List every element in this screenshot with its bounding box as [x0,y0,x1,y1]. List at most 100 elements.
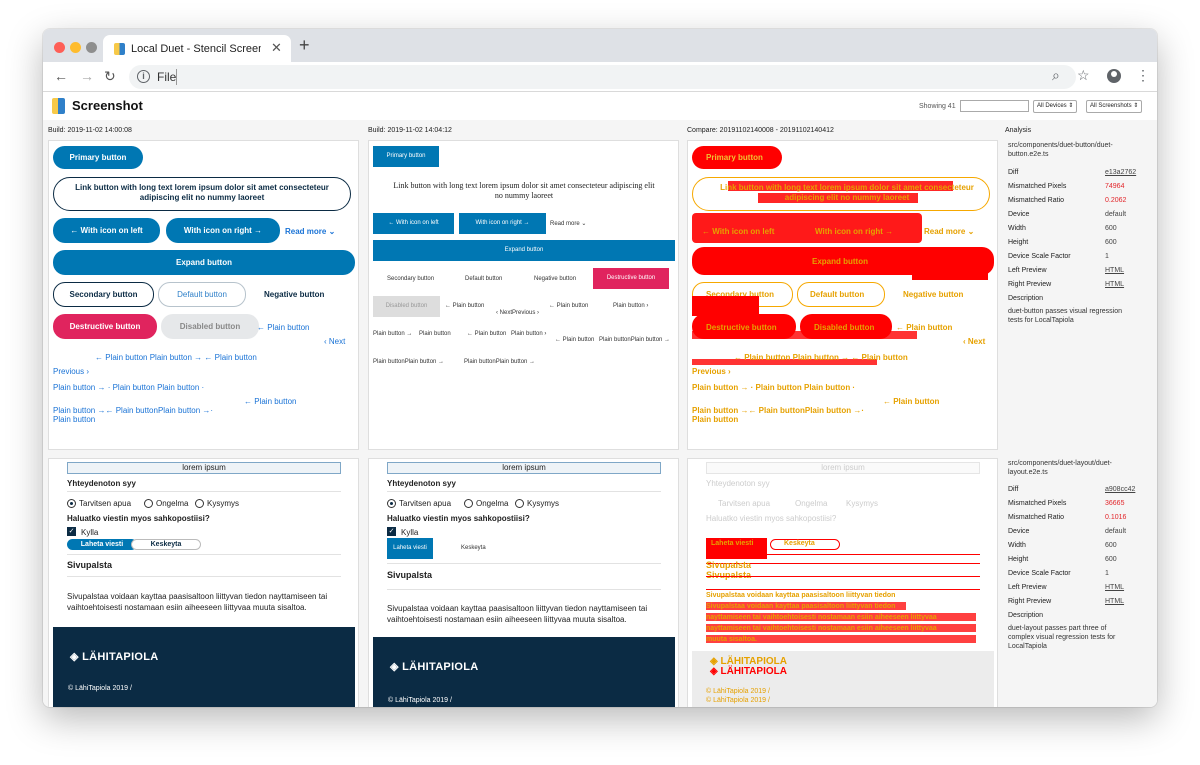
yes-checkbox-icon[interactable]: ✓ [387,527,396,536]
disabled-button: Disabled button [373,296,440,317]
plain-button-row-d[interactable]: Plain button › [511,331,546,337]
send-message-button[interactable]: Laheta viesti [387,538,433,559]
divider [387,563,661,564]
plain-button-row-f[interactable]: Plain buttonPlain button → [599,337,670,343]
left-layout-screenshot[interactable]: lorem ipsum Yhteydenoton syy Tarvitsen a… [48,458,359,707]
plain-button-row-4[interactable]: Plain button →← Plain buttonPlain button… [53,406,213,415]
browser-tab[interactable]: Local Duet - Stencil Screenshot ✕ [103,35,291,62]
plain-button-row-b[interactable]: Plain button [419,331,451,337]
diff-key: Diff [1008,486,1019,493]
diff-question-label: Yhteydenoton syy [706,479,770,488]
back-arrow-icon[interactable]: ← [54,68,68,84]
diff-hash-link[interactable]: a908cc42 [1105,486,1135,493]
left-preview-key: Left Preview [1008,584,1047,591]
negative-button[interactable]: Negative button [264,290,324,299]
profile-avatar-icon[interactable] [1107,69,1121,83]
icon-left-button[interactable]: ← With icon on left [53,218,160,243]
radio-problem[interactable] [144,499,153,508]
long-link-button[interactable]: Link button with long text lorem ipsum d… [389,181,659,201]
showing-count: Showing 41 [919,103,956,110]
reload-icon[interactable]: ↻ [104,68,116,85]
plain-button-row-5[interactable]: Plain button [53,415,95,424]
tab-close-icon[interactable]: ✕ [271,40,282,56]
compare-button-diff[interactable]: Primary button Link button with long tex… [687,140,998,450]
radio-problem-label: Ongelma [156,499,189,508]
secondary-button[interactable]: Secondary button [53,282,154,307]
radio-help[interactable] [387,499,396,508]
compare-layout-diff[interactable]: lorem ipsum Yhteydenoton syy Tarvitsen a… [687,458,998,707]
right-button-screenshot[interactable]: Primary button Link button with long tex… [368,140,679,450]
icon-left-button[interactable]: ← With icon on left [373,213,454,234]
radio-question[interactable] [515,499,524,508]
divider [67,554,341,555]
new-tab-button[interactable]: + [299,35,310,56]
bookmark-star-icon[interactable]: ☆ [1077,67,1090,84]
long-link-button[interactable]: Link button with long text lorem ipsum d… [53,177,351,211]
mismatched-ratio-key: Mismatched Ratio [1008,197,1065,204]
icon-right-button[interactable]: With icon on right → [166,218,280,243]
default-button[interactable]: Default button [158,282,246,307]
zoom-icon[interactable]: ⌕ [1052,67,1060,84]
screenshots-select[interactable]: All Screenshots ⇕ [1086,100,1143,113]
primary-button[interactable]: Primary button [53,146,143,169]
mismatched-pixels-key: Mismatched Pixels [1008,183,1067,190]
primary-button[interactable]: Primary button [373,146,439,167]
diff-region [692,331,917,339]
diff-default-label: Default button [810,290,865,299]
brand-name: LÄHITAPIOLA [82,651,159,663]
devices-select[interactable]: All Devices ⇕ [1033,100,1078,113]
secondary-button[interactable]: Secondary button [387,276,434,282]
plain-button-left-2[interactable]: ← Plain button [549,303,588,309]
send-message-button[interactable]: Laheta viesti [67,539,137,550]
plain-button-left[interactable]: ← Plain button [445,303,484,309]
destructive-button[interactable]: Destructive button [53,314,157,339]
plain-button-row-3[interactable]: ← Plain button [244,397,296,406]
plain-button-row-c[interactable]: ← Plain button [467,331,506,337]
maximize-window-dot[interactable] [86,42,97,53]
address-bar[interactable]: i File [129,65,1076,89]
plain-button-row[interactable]: ← Plain button Plain button → ← Plain bu… [95,353,257,362]
diff-line [706,554,980,555]
minimize-window-dot[interactable] [70,42,81,53]
close-window-dot[interactable] [54,42,65,53]
read-more-link[interactable]: Read more ⌄ [285,227,335,236]
destructive-button[interactable]: Destructive button [593,268,669,289]
expand-button[interactable]: Expand button [373,240,675,261]
plain-button-left[interactable]: ← Plain button [257,323,309,332]
filter-input[interactable] [960,100,1029,112]
contact-reason-label: Yhteydenoton syy [387,479,456,488]
mismatched-pixels-value: 36665 [1105,500,1125,507]
left-button-screenshot[interactable]: Primary button Link button with long tex… [48,140,359,450]
info-icon[interactable]: i [137,70,150,83]
plain-button-row-2b[interactable]: Plain buttonPlain button → [464,359,535,365]
radio-question[interactable] [195,499,204,508]
cancel-button[interactable]: Keskeyta [131,539,201,550]
radio-help[interactable] [67,499,76,508]
scale-key: Device Scale Factor [1008,253,1071,260]
right-preview-link[interactable]: HTML [1105,281,1124,288]
yes-checkbox-icon[interactable]: ✓ [67,527,76,536]
previous-link[interactable]: Previous › [53,367,89,376]
diff-hash-link[interactable]: e13a2762 [1105,169,1136,176]
left-preview-link[interactable]: HTML [1105,584,1124,591]
cancel-button[interactable]: Keskeyta [461,545,486,551]
forward-arrow-icon[interactable]: → [80,68,94,84]
next-link[interactable]: ‹ Next [324,337,345,346]
next-previous-link[interactable]: ‹ NextPrevious › [496,310,539,316]
icon-right-button[interactable]: With icon on right → [459,213,546,234]
plain-button-row-2[interactable]: Plain button → · Plain button Plain butt… [53,383,204,392]
right-preview-link[interactable]: HTML [1105,598,1124,605]
radio-problem[interactable] [464,499,473,508]
right-layout-screenshot[interactable]: lorem ipsum Yhteydenoton syy Tarvitsen a… [368,458,679,707]
read-more-link[interactable]: Read more ⌄ [550,220,586,227]
negative-button[interactable]: Negative button [534,276,576,282]
expand-button[interactable]: Expand button [53,250,355,275]
plain-button-row[interactable]: Plain button → [373,331,412,337]
plain-button-row-e[interactable]: ← Plain button [555,337,594,343]
default-button[interactable]: Default button [465,276,502,282]
plain-button-chevron[interactable]: Plain button › [613,303,648,309]
plain-button-row-2[interactable]: Plain buttonPlain button → [373,359,444,365]
screen: { "browser":{ "tab_title":"Local Duet - … [0,0,1200,765]
left-preview-link[interactable]: HTML [1105,267,1124,274]
menu-kebab-icon[interactable]: ⋮ [1136,67,1150,84]
